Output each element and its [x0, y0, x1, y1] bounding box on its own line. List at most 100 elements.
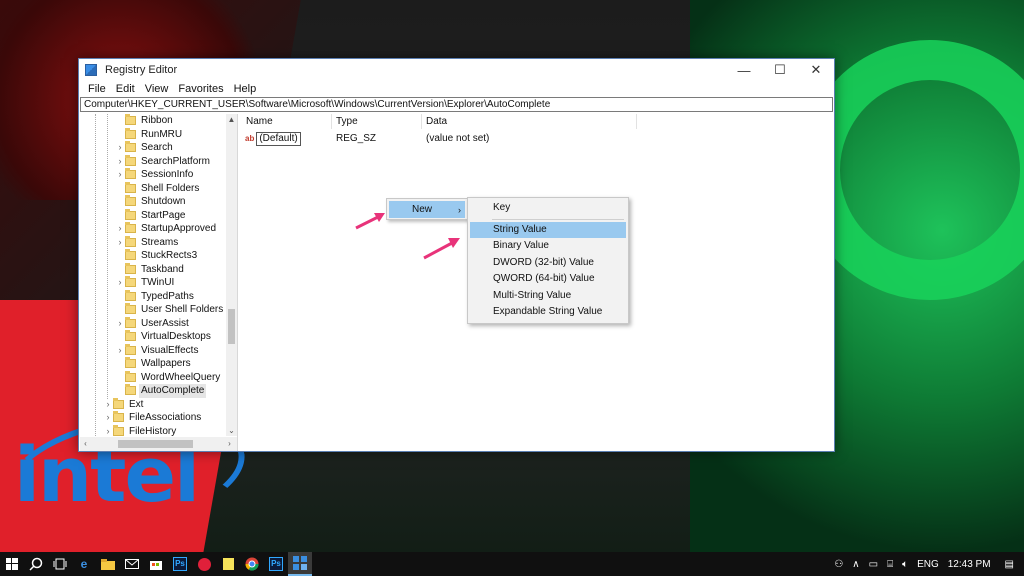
tree-item[interactable]: › FileHistory: [80, 424, 237, 439]
menu-view[interactable]: View: [140, 83, 174, 95]
expand-chevron-icon[interactable]: ›: [115, 317, 125, 331]
tree-item[interactable]: › Search: [80, 141, 237, 155]
tree-item[interactable]: › SessionInfo: [80, 168, 237, 182]
tree-item[interactable]: RunMRU: [80, 127, 237, 142]
battery-icon[interactable]: ▭: [869, 559, 878, 570]
menu-file[interactable]: File: [83, 83, 111, 95]
tree-horizontal-scrollbar[interactable]: ‹ ›: [80, 437, 237, 451]
address-bar[interactable]: Computer\HKEY_CURRENT_USER\Software\Micr…: [80, 97, 833, 112]
network-icon[interactable]: ⌸: [887, 559, 893, 570]
tree-item[interactable]: Wallpapers: [80, 357, 237, 371]
expand-chevron-icon[interactable]: ›: [115, 155, 125, 169]
tree-item[interactable]: Shell Folders: [80, 181, 237, 196]
folder-icon: [125, 384, 136, 396]
menu-item-new[interactable]: New ›: [389, 201, 465, 218]
scroll-left-icon[interactable]: ‹: [80, 438, 91, 449]
expand-chevron-icon[interactable]: ›: [103, 398, 113, 412]
scroll-thumb[interactable]: [228, 309, 235, 344]
submenu-item-key[interactable]: Key: [470, 200, 626, 216]
tree-item[interactable]: › StartupApproved: [80, 222, 237, 236]
column-data[interactable]: Data: [422, 114, 637, 129]
photoshop-icon[interactable]: Ps: [264, 552, 288, 576]
folder-icon: [125, 154, 136, 166]
tree-item[interactable]: Taskband: [80, 262, 237, 277]
tree-item[interactable]: StartPage: [80, 208, 237, 223]
tree-item[interactable]: Ribbon: [80, 114, 237, 128]
tree-item[interactable]: › Ext: [80, 397, 237, 412]
task-view-icon[interactable]: [48, 552, 72, 576]
tree-item-label: FileHistory: [129, 425, 177, 437]
folder-icon: [125, 330, 136, 342]
folder-icon: [113, 397, 124, 409]
people-icon[interactable]: ⚇: [834, 559, 843, 570]
folder-icon: [125, 316, 136, 328]
registry-editor-icon[interactable]: [288, 552, 312, 576]
column-name[interactable]: Name: [242, 114, 332, 129]
volume-icon[interactable]: 🔈︎: [902, 559, 908, 570]
mail-icon[interactable]: [120, 552, 144, 576]
clock[interactable]: 12:43 PM: [948, 559, 991, 570]
submenu-item-string-value[interactable]: String Value: [470, 222, 626, 238]
menu-favorites[interactable]: Favorites: [173, 83, 228, 95]
tree-item[interactable]: › Streams: [80, 235, 237, 250]
expand-chevron-icon[interactable]: ›: [115, 344, 125, 358]
tree-item[interactable]: Shutdown: [80, 195, 237, 209]
submenu-item-expandable-string-value[interactable]: Expandable String Value: [470, 304, 626, 320]
close-button[interactable]: ✕: [798, 59, 834, 81]
scroll-up-icon[interactable]: ▲: [226, 114, 237, 125]
tree-item[interactable]: › FileAssociations: [80, 411, 237, 425]
value-name-edit[interactable]: (Default): [256, 131, 301, 146]
tree-item[interactable]: › SearchPlatform: [80, 154, 237, 169]
sticky-notes-icon[interactable]: [216, 552, 240, 576]
tree-item[interactable]: WordWheelQuery: [80, 370, 237, 385]
submenu-item-binary-value[interactable]: Binary Value: [470, 238, 626, 254]
menu-edit[interactable]: Edit: [111, 83, 140, 95]
title-bar[interactable]: Registry Editor — ☐ ✕: [79, 59, 834, 81]
expand-chevron-icon[interactable]: ›: [103, 425, 113, 439]
tree-item-label: WordWheelQuery: [141, 371, 221, 383]
tree-item[interactable]: StuckRects3: [80, 249, 237, 263]
file-explorer-icon[interactable]: [96, 552, 120, 576]
language-indicator[interactable]: ENG: [917, 559, 939, 570]
tree-item[interactable]: › TWinUI: [80, 276, 237, 290]
app-icon[interactable]: [192, 552, 216, 576]
scroll-right-icon[interactable]: ›: [224, 438, 235, 449]
system-tray: ⚇ ∧ ▭ ⌸ 🔈︎ ENG 12:43 PM ▤: [834, 552, 1024, 576]
search-icon[interactable]: [24, 552, 48, 576]
chevron-up-icon[interactable]: ∧: [852, 559, 859, 570]
tree-item[interactable]: TypedPaths: [80, 289, 237, 304]
expand-chevron-icon[interactable]: ›: [115, 168, 125, 182]
registry-tree: Ribbon RunMRU › Search › SearchPlatform › Sessi…: [80, 114, 238, 451]
expand-chevron-icon[interactable]: ›: [115, 222, 125, 236]
submenu-item-multi-string-value[interactable]: Multi-String Value: [470, 288, 626, 304]
expand-chevron-icon[interactable]: ›: [103, 411, 113, 425]
folder-icon: [125, 208, 136, 220]
store-icon[interactable]: [144, 552, 168, 576]
column-type[interactable]: Type: [332, 114, 422, 129]
tree-item[interactable]: VirtualDesktops: [80, 330, 237, 344]
edge-icon[interactable]: e: [72, 552, 96, 576]
expand-chevron-icon[interactable]: ›: [115, 236, 125, 250]
horizontal-scroll-thumb[interactable]: [118, 440, 193, 448]
folder-icon: [125, 289, 136, 301]
submenu-item-qword-value[interactable]: QWORD (64-bit) Value: [470, 271, 626, 287]
value-row[interactable]: ab (Default) REG_SZ (value not set): [242, 131, 833, 146]
notifications-icon[interactable]: ▤: [1005, 559, 1014, 570]
tree-item[interactable]: User Shell Folders: [80, 303, 237, 317]
windows-start-icon[interactable]: [0, 552, 24, 576]
folder-icon: [125, 357, 136, 369]
tree-item[interactable]: › VisualEffects: [80, 343, 237, 358]
minimize-button[interactable]: —: [726, 59, 762, 81]
photoshop-icon[interactable]: Ps: [168, 552, 192, 576]
chrome-icon[interactable]: [240, 552, 264, 576]
menu-help[interactable]: Help: [229, 83, 262, 95]
tree-item[interactable]: AutoComplete: [80, 384, 237, 398]
tree-vertical-scrollbar[interactable]: ▲ ⌄: [226, 114, 237, 436]
expand-chevron-icon[interactable]: ›: [115, 276, 125, 290]
submenu-item-dword-value[interactable]: DWORD (32-bit) Value: [470, 255, 626, 271]
maximize-button[interactable]: ☐: [762, 59, 798, 81]
tree-item[interactable]: › UserAssist: [80, 316, 237, 331]
expand-chevron-icon[interactable]: ›: [115, 141, 125, 155]
chevron-down-icon[interactable]: ⌄: [226, 425, 237, 436]
tree-item-label: Taskband: [141, 263, 184, 275]
